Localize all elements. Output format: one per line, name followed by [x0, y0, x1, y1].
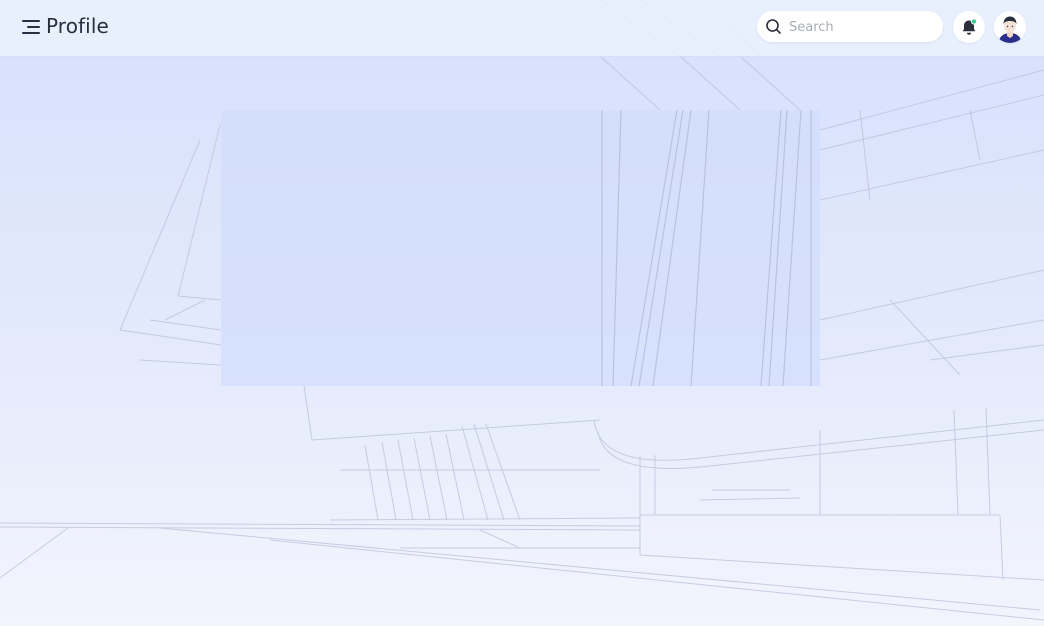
notifications-button[interactable] [953, 11, 985, 43]
menu-icon [22, 20, 40, 34]
page-title: Profile [46, 14, 109, 38]
avatar-image [994, 11, 1026, 43]
notification-dot [970, 18, 978, 25]
search-box[interactable] [757, 11, 943, 42]
avatar[interactable] [994, 11, 1026, 43]
content-panel [221, 109, 820, 387]
bell-icon [962, 18, 978, 35]
menu-button[interactable] [20, 16, 42, 38]
search-icon [766, 19, 781, 34]
top-bar: Profile [0, 0, 1044, 57]
panel-sketch-overlay [601, 109, 812, 387]
search-input[interactable] [787, 15, 937, 40]
